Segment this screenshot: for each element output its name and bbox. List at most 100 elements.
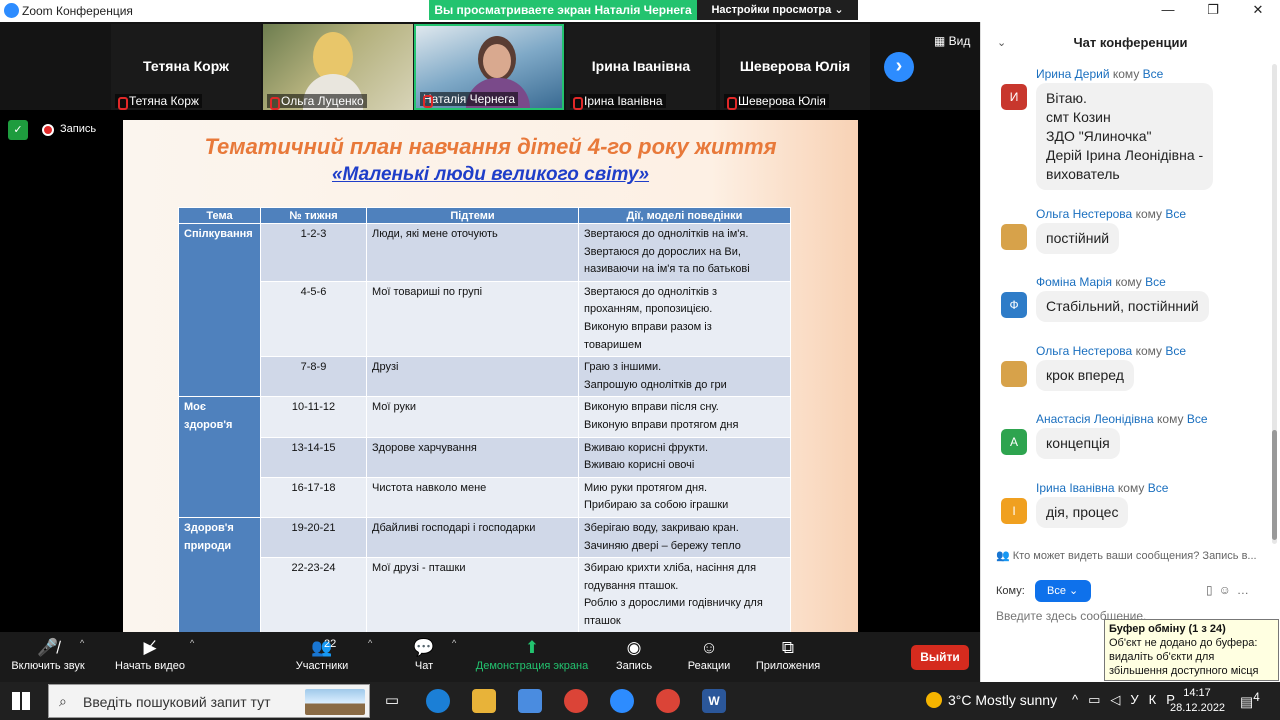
record-icon: ◉ [626, 638, 642, 657]
share-screen-icon: ⬆ [524, 638, 540, 657]
participant-tile[interactable]: Тетяна Корж Тетяна Корж [111, 24, 261, 110]
reactions-icon: ☺ [700, 638, 718, 657]
view-button[interactable]: ▦ Вид [934, 34, 970, 48]
store-icon[interactable] [518, 689, 542, 713]
chat-text-line: ЗДО "Ялиночка" [1046, 128, 1152, 144]
participant-label: Тетяна Корж [115, 94, 202, 110]
participant-tile[interactable]: Шеверова Юлія Шеверова Юлія [720, 24, 870, 110]
chat-bubble: дія, процес [1036, 497, 1129, 528]
chat-sender[interactable]: Ольга Нестерова [1036, 207, 1132, 221]
actions-cell: Звертаюся до однолітків на ім'я. Звертаюс… [578, 223, 791, 282]
edge-icon[interactable] [426, 689, 450, 713]
chat-to-word: кому [1135, 207, 1163, 221]
chevron-up-icon[interactable]: ^ [190, 638, 194, 648]
participant-name-large: Шеверова Юлія [739, 58, 851, 74]
chat-recipient: Все [1142, 67, 1164, 81]
chat-button[interactable]: 💬 Чат ^ [404, 632, 456, 682]
participant-label: Шеверова Юлія [724, 94, 829, 110]
chat-scrollbar-thumb[interactable] [1272, 430, 1277, 540]
start-video-button[interactable]: ▶̸ Начать видео ^ [112, 632, 194, 682]
chat-text-line: Дерій Ірина Леонідівна - [1046, 147, 1204, 163]
chat-text-line: постійний [1046, 230, 1110, 246]
week-cell: 19-20-21 [260, 516, 367, 559]
chat-bubble: постійний [1036, 223, 1120, 254]
participant-tile-video[interactable]: Ольга Луценко [263, 24, 413, 110]
participants-button[interactable]: 👥 22 Участники ^ [290, 632, 373, 682]
chat-bubble: концепція [1036, 428, 1120, 459]
participant-video-face [483, 44, 511, 78]
more-icon[interactable]: … [1237, 583, 1255, 597]
apps-label: Приложения [755, 660, 821, 672]
windows-start-icon[interactable] [12, 692, 30, 710]
meeting-toolbar: 🎤̸ Включить звук ^ ▶̸ Начать видео ^ 👥 2… [0, 632, 980, 682]
chat-sender[interactable]: Анастасія Леонідівна [1036, 412, 1154, 426]
chat-message-header: Ирина Дерий кому Все [1036, 67, 1163, 81]
taskbar-clock[interactable]: 14:17 28.12.2022 [1170, 686, 1225, 716]
chevron-up-icon[interactable]: ^ [368, 638, 372, 648]
apps-icon: ⧉ [781, 638, 795, 657]
unmute-button[interactable]: 🎤̸ Включить звук ^ [8, 632, 88, 682]
chevron-up-icon[interactable]: ^ [80, 638, 84, 648]
share-screen-label: Демонстрация экрана [475, 660, 589, 672]
volume-icon[interactable]: ◁ [1110, 692, 1130, 707]
weather-widget[interactable]: 3°C Mostly sunny [926, 692, 1057, 708]
leave-button[interactable]: Выйти [911, 645, 969, 670]
taskbar-search-box[interactable]: ⌕ Введіть пошуковий запит тут [48, 684, 370, 718]
recipient-select[interactable]: Все ⌄ [1035, 580, 1091, 602]
chat-sender[interactable]: Ирина Дерий [1036, 67, 1110, 81]
emoji-icon[interactable]: ☺ [1219, 583, 1237, 597]
chat-sender[interactable]: Ірина Іванівна [1036, 481, 1115, 495]
chat-message-header: Анастасія Леонідівна кому Все [1036, 412, 1208, 426]
window-title: Zoom Конференция [22, 4, 133, 18]
file-explorer-icon[interactable] [472, 689, 496, 713]
apps-button[interactable]: ⧉ Приложения [752, 632, 824, 682]
topic-cell: Здоров'я природи [178, 516, 261, 632]
view-options-button[interactable]: Настройки просмотра ⌄ [697, 0, 858, 20]
task-view-icon[interactable]: ▭ [380, 689, 404, 713]
system-tray: ^▭◁УКР [1072, 692, 1185, 708]
zoom-taskbar-icon[interactable] [610, 689, 634, 713]
table-row: Спілкування 1-2-3 Люди, які мене оточують З… [178, 222, 791, 398]
reactions-button[interactable]: ☺ Реакции [684, 632, 734, 682]
action-line: Виконую вправи протягом дня [584, 418, 739, 431]
chat-message-header: Ірина Іванівна кому Все [1036, 481, 1168, 495]
table-row: Здоров'я природи 19-20-21 Дбайливі господа… [178, 516, 791, 632]
participant-name-large: Тетяна Корж [142, 58, 229, 74]
chat-text-line: Стабільний, постійнний [1046, 298, 1199, 314]
shield-icon[interactable]: ✓ [8, 120, 28, 140]
table-row: 7-8-9 Друзі Граю з іншими. Запрошую одноліт… [179, 356, 791, 398]
share-screen-button[interactable]: ⬆ Демонстрация экрана [472, 632, 592, 682]
participant-tile[interactable]: Ірина Іванівна Ірина Іванівна [566, 24, 716, 110]
action-line: Звертаюся до дорослих на Ви, [584, 245, 741, 258]
next-page-arrow-icon[interactable]: › [884, 52, 914, 82]
who-can-see-text: Кто может видеть ваши сообщения? Запись … [1012, 550, 1257, 562]
chrome-icon[interactable] [564, 689, 588, 713]
participant-label: Наталія Чернега [420, 92, 519, 108]
minimize-button[interactable]: — [1146, 0, 1190, 22]
action-line: Вживаю корисні овочі [584, 459, 695, 472]
chat-text-line: дія, процес [1046, 504, 1119, 520]
clipboard-tooltip: Буфер обміну (1 з 24) Об'єкт не додано д… [1104, 619, 1279, 681]
notifications-icon[interactable]: ▤4 [1240, 691, 1260, 711]
word-icon[interactable]: W [702, 689, 726, 713]
maximize-button[interactable]: ❐ [1191, 0, 1235, 22]
network-icon[interactable]: ▭ [1088, 692, 1110, 707]
chat-sender[interactable]: Ольга Нестерова [1036, 344, 1132, 358]
who-can-see-notice[interactable]: 👥 Кто может видеть ваши сообщения? Запис… [996, 549, 1276, 562]
clock-time: 14:17 [1183, 687, 1211, 699]
chat-sender[interactable]: Фоміна Марія [1036, 275, 1112, 289]
plan-table: Тема № тижня Підтеми Дії, моделі поведін… [178, 207, 791, 632]
file-icon[interactable]: ▯ [1206, 583, 1219, 597]
notifications-count: 4 [1253, 691, 1260, 704]
reactions-label: Реакции [687, 660, 731, 672]
tray-expand-icon[interactable]: ^ [1072, 692, 1088, 707]
chrome-icon-2[interactable] [656, 689, 680, 713]
participant-tile-video-active[interactable]: Наталія Чернега [414, 24, 564, 110]
meeting-area: Тетяна Корж Тетяна Корж Ольга Луценко На… [0, 22, 980, 632]
close-button[interactable]: ✕ [1236, 0, 1280, 22]
record-button[interactable]: ◉ Запись [612, 632, 656, 682]
view-button-label: Вид [948, 34, 971, 48]
header-week: № тижня [260, 207, 367, 224]
chevron-up-icon[interactable]: ^ [452, 638, 456, 648]
subtopic-cell: Друзі [366, 356, 579, 398]
